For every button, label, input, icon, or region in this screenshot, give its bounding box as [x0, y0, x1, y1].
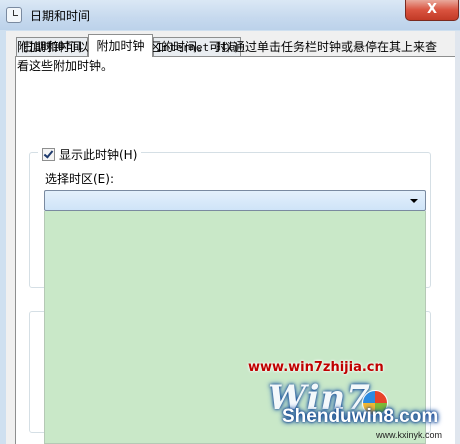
- show-clock-checkbox-row[interactable]: 显示此时钟(H): [38, 146, 142, 163]
- window-edge: [455, 31, 460, 444]
- show-clock-checkbox[interactable]: [42, 148, 55, 161]
- timezone-select[interactable]: [44, 190, 426, 211]
- tab-additional-clocks[interactable]: 附加时钟: [88, 34, 153, 57]
- watermark-small-url: www.kxinyk.com: [376, 430, 443, 440]
- description-text: 附加时钟可以显示其他时区的时间。可以通过单击任务栏时钟或悬停在其上来查看这些附加…: [17, 40, 438, 73]
- dropdown-arrow-icon[interactable]: [410, 199, 418, 203]
- timezone-label: 选择时区(E):: [45, 172, 114, 186]
- date-time-dialog: 日期和时间 X 日期和时间 附加时钟 Internet 时间 附加时钟可以显示其…: [0, 0, 460, 444]
- title-bar[interactable]: 日期和时间 X: [0, 0, 460, 30]
- show-clock-label: 显示此时钟(H): [59, 148, 138, 162]
- window-title: 日期和时间: [30, 9, 91, 23]
- clock-icon: [6, 7, 22, 23]
- watermark-site: Shenduwin8.com: [282, 406, 439, 427]
- watermark-url: www.win7zhijia.cn: [248, 360, 384, 375]
- close-button[interactable]: X: [405, 0, 459, 21]
